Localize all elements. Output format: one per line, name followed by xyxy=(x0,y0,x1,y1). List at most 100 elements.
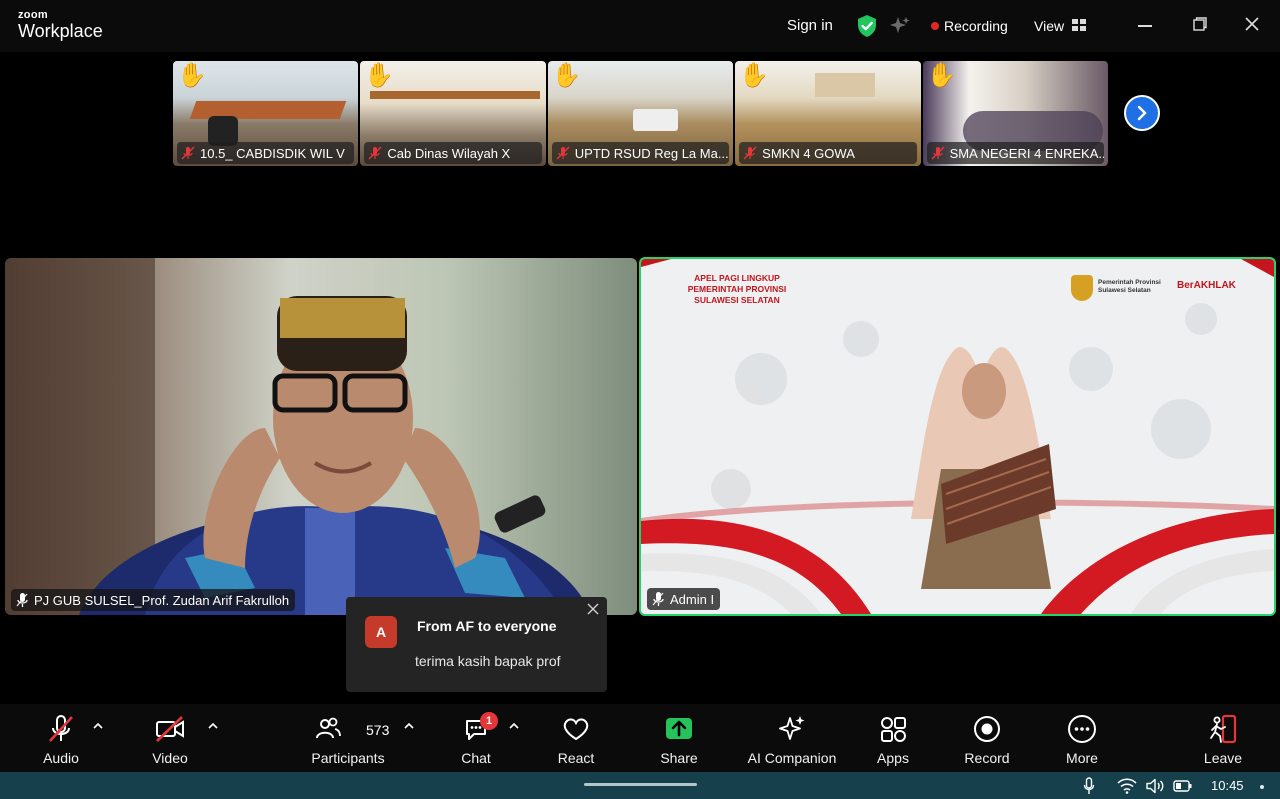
toast-message: terima kasih bapak prof xyxy=(415,653,561,669)
share-button[interactable]: Share xyxy=(654,704,704,772)
home-handle[interactable] xyxy=(584,783,697,786)
participants-icon xyxy=(316,717,341,739)
org-name: Pemerintah Provinsi Sulawesi Selatan xyxy=(1098,279,1161,295)
province-emblem-icon xyxy=(1071,275,1093,301)
restore-window-button[interactable] xyxy=(1193,17,1207,31)
more-button[interactable]: More xyxy=(1057,704,1107,772)
recording-indicator-icon xyxy=(931,22,939,30)
berakhlak-logo: BerAKHLAK xyxy=(1177,280,1236,291)
thumbnail-tile[interactable]: ✋ SMKN 4 GOWA xyxy=(735,61,921,166)
thumbnail-name-bar: 10.5_ CABDISDIK WIL V xyxy=(177,142,355,164)
raised-hand-icon: ✋ xyxy=(177,62,207,89)
banner-title: APEL PAGI LINGKUP PEMERINTAH PROVINSI SU… xyxy=(677,273,797,306)
logo-brand: zoom xyxy=(18,9,48,21)
chat-label: Chat xyxy=(461,750,491,766)
org-name-line: Sulawesi Selatan xyxy=(1098,287,1151,294)
recording-label[interactable]: Recording xyxy=(944,18,1008,34)
mic-icon xyxy=(16,593,28,607)
mic-muted-icon xyxy=(181,146,195,160)
speaker-name-label: PJ GUB SULSEL_Prof. Zudan Arif Fakrulloh xyxy=(11,589,296,611)
raised-hand-icon: ✋ xyxy=(551,62,582,89)
view-button[interactable]: View xyxy=(1034,18,1064,34)
wifi-icon[interactable] xyxy=(1117,778,1137,794)
title-bar: zoom Workplace Sign in Recording View xyxy=(0,0,1280,52)
logo-product: Workplace xyxy=(18,21,103,41)
leave-icon xyxy=(1210,714,1237,744)
record-button[interactable]: Record xyxy=(961,704,1013,772)
thumbnail-tile[interactable]: ✋ Cab Dinas Wilayah X xyxy=(360,61,546,166)
apps-button[interactable]: Apps xyxy=(868,704,918,772)
thumbnail-name: Cab Dinas Wilayah X xyxy=(387,145,511,161)
thumbnail-name-bar: SMA NEGERI 4 ENREKA... xyxy=(926,142,1104,164)
mic-icon xyxy=(652,592,664,606)
banner-title-line: PEMERINTAH PROVINSI xyxy=(687,284,787,294)
audio-options-caret-icon[interactable] xyxy=(93,722,103,730)
ai-sparkle-icon[interactable] xyxy=(889,15,911,37)
chat-unread-badge: 1 xyxy=(480,712,498,730)
notification-dot-icon xyxy=(1260,785,1264,789)
leave-button[interactable]: Leave xyxy=(1198,704,1248,772)
apps-icon xyxy=(881,717,906,742)
mic-muted-icon xyxy=(368,146,382,160)
chat-notification-toast[interactable]: A From AF to everyone terima kasih bapak… xyxy=(346,597,607,692)
share-screen-icon xyxy=(666,718,692,739)
chat-options-caret-icon[interactable] xyxy=(509,722,519,730)
active-speaker-name-label: Admin I xyxy=(647,588,721,610)
participants-label: Participants xyxy=(311,750,385,766)
participants-button[interactable]: Participants xyxy=(308,704,388,772)
participants-options-caret-icon[interactable] xyxy=(404,722,414,730)
heart-icon xyxy=(563,718,589,741)
video-label: Video xyxy=(152,750,188,766)
record-icon xyxy=(974,716,1000,742)
sign-in-button[interactable]: Sign in xyxy=(787,17,833,34)
video-tile-speaker[interactable]: PJ GUB SULSEL_Prof. Zudan Arif Fakrulloh xyxy=(5,258,637,615)
video-button[interactable]: Video xyxy=(145,704,195,772)
thumbnail-tile[interactable]: ✋ 10.5_ CABDISDIK WIL V xyxy=(173,61,359,166)
battery-icon[interactable] xyxy=(1173,779,1193,793)
microphone-in-use-icon[interactable] xyxy=(1083,777,1095,795)
shared-broadcast-frame xyxy=(641,259,1274,614)
participants-count: 573 xyxy=(366,722,390,738)
mic-muted-icon xyxy=(743,146,757,160)
more-label: More xyxy=(1066,750,1098,766)
thumbnail-name: SMKN 4 GOWA xyxy=(762,145,855,161)
speaker-name: PJ GUB SULSEL_Prof. Zudan Arif Fakrulloh xyxy=(34,592,290,608)
app-logo: zoom Workplace xyxy=(18,9,103,41)
volume-icon[interactable] xyxy=(1145,778,1165,794)
active-speaker-name: Admin I xyxy=(670,591,715,607)
participant-thumbnail-strip: ✋ 10.5_ CABDISDIK WIL V ✋ Cab Dinas Wila… xyxy=(173,61,1108,166)
record-label: Record xyxy=(964,750,1010,766)
shield-check-icon[interactable] xyxy=(856,14,878,38)
mic-muted-icon xyxy=(556,146,570,160)
raised-hand-icon: ✋ xyxy=(739,62,770,89)
audio-button[interactable]: Audio xyxy=(36,704,86,772)
sender-avatar: A xyxy=(365,616,397,648)
raised-hand-icon: ✋ xyxy=(926,62,957,89)
video-tile-active-speaker[interactable]: APEL PAGI LINGKUP PEMERINTAH PROVINSI SU… xyxy=(639,257,1276,616)
chevron-right-icon xyxy=(1137,105,1147,121)
thumbnail-name-bar: UPTD RSUD Reg La Ma... xyxy=(551,142,730,164)
clock[interactable]: 10:45 xyxy=(1211,778,1244,793)
audio-label: Audio xyxy=(43,750,79,766)
react-label: React xyxy=(557,750,595,766)
ai-sparkle-icon xyxy=(779,716,805,740)
meeting-toolbar: Audio Video Participants 573 Chat 1 Reac… xyxy=(0,704,1280,772)
react-button[interactable]: React xyxy=(551,704,601,772)
close-window-button[interactable] xyxy=(1244,16,1260,32)
mic-muted-icon xyxy=(931,146,945,160)
grid-view-icon[interactable] xyxy=(1072,19,1086,31)
banner-title-line: APEL PAGI LINGKUP xyxy=(694,273,780,283)
mic-muted-icon xyxy=(49,715,73,742)
apps-label: Apps xyxy=(877,750,909,766)
raised-hand-icon: ✋ xyxy=(364,62,395,89)
ai-companion-button[interactable]: AI Companion xyxy=(742,704,842,772)
thumbnail-name-bar: SMKN 4 GOWA xyxy=(739,142,917,164)
close-icon[interactable] xyxy=(587,603,599,615)
video-options-caret-icon[interactable] xyxy=(208,722,218,730)
thumbnail-tile[interactable]: ✋ UPTD RSUD Reg La Ma... xyxy=(547,61,734,166)
next-page-button[interactable] xyxy=(1124,95,1160,131)
minimize-button[interactable] xyxy=(1138,25,1152,27)
leave-label: Leave xyxy=(1203,750,1243,766)
thumbnail-tile[interactable]: ✋ SMA NEGERI 4 ENREKA... xyxy=(922,61,1108,166)
toast-sender: From AF to everyone xyxy=(417,618,557,634)
